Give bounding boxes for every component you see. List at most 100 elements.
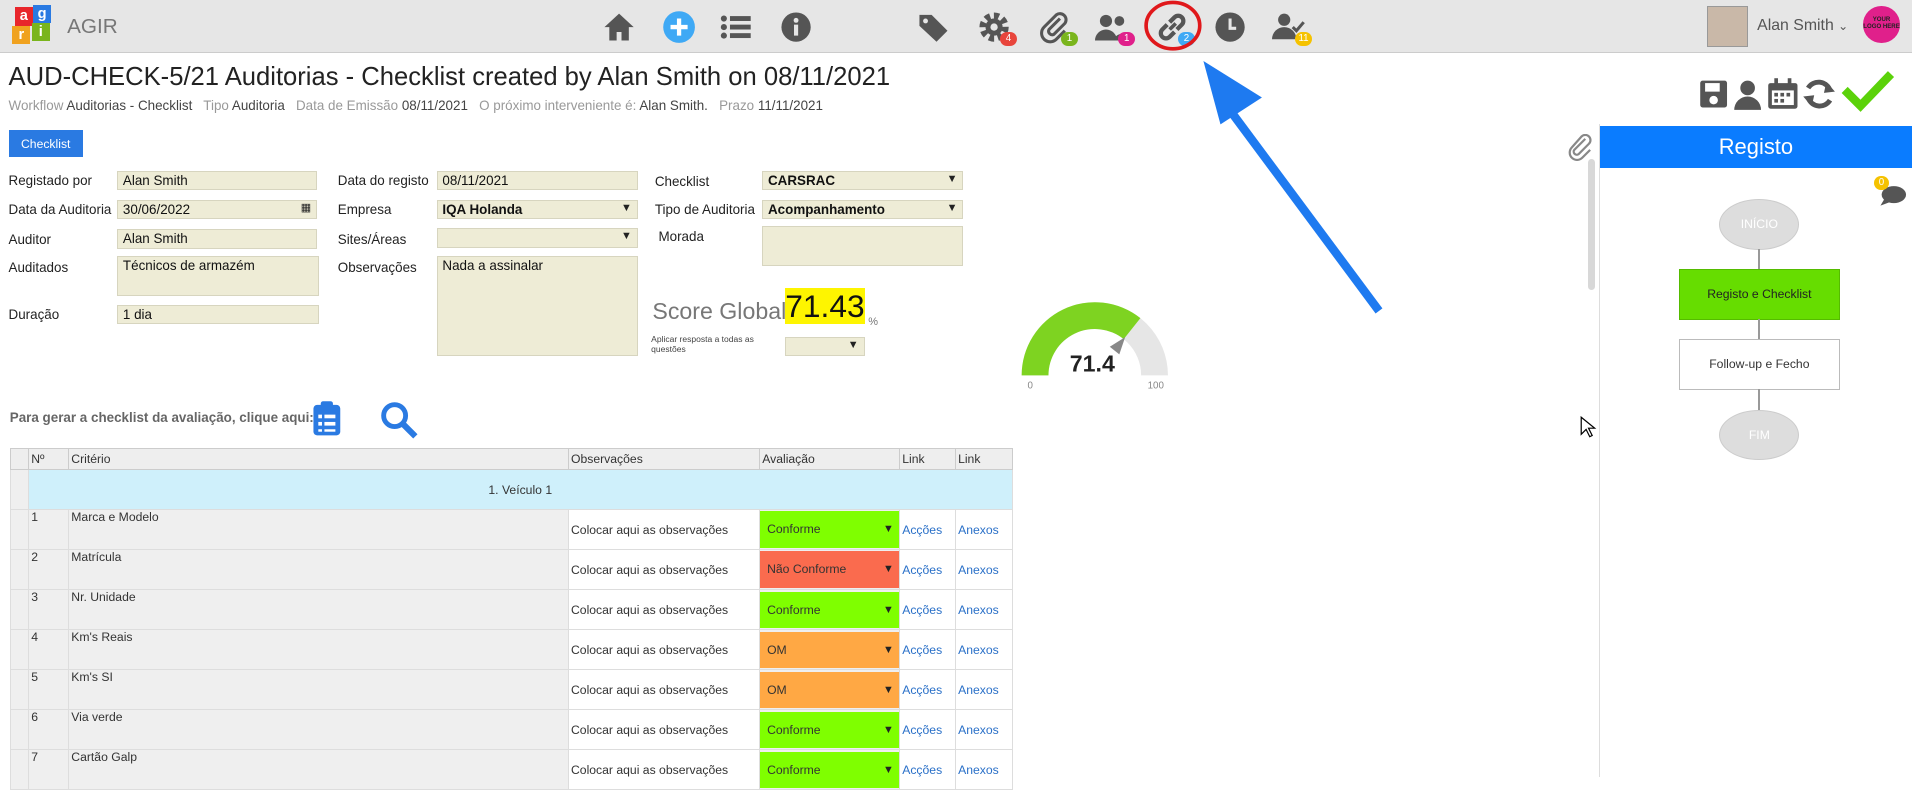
accoes-link[interactable]: Acções: [902, 683, 942, 697]
accoes-link[interactable]: Acções: [902, 603, 942, 617]
row-link-anexos[interactable]: Anexos: [954, 589, 1013, 631]
row-link-accoes[interactable]: Acções: [898, 709, 956, 751]
save-icon[interactable]: [1699, 77, 1728, 111]
gauge-max: 100: [1148, 381, 1165, 392]
observacoes-field[interactable]: Nada a assinalar: [436, 256, 638, 357]
anexos-link[interactable]: Anexos: [958, 603, 999, 617]
paperclip-icon[interactable]: 1: [1038, 10, 1078, 47]
document-meta: Workflow Auditorias - Checklist Tipo Aud…: [8, 97, 823, 113]
morada-field[interactable]: [762, 225, 964, 266]
anexos-link[interactable]: Anexos: [958, 523, 999, 537]
workflow-panel-title: Registo: [1599, 125, 1912, 169]
row-link-anexos[interactable]: Anexos: [954, 669, 1013, 711]
chevron-down-icon: ▼: [847, 338, 859, 351]
accoes-link[interactable]: Acções: [902, 763, 942, 777]
data-auditoria-field[interactable]: 30/06/2022 ▦: [117, 199, 318, 220]
add-icon[interactable]: [662, 10, 696, 44]
sites-select[interactable]: ▼: [436, 228, 638, 248]
auditor-label: Auditor: [8, 231, 52, 247]
row-link-accoes[interactable]: Acções: [898, 749, 956, 790]
comment-badge: 0: [1874, 175, 1889, 191]
auditor-field[interactable]: Alan Smith: [117, 229, 318, 249]
person-icon[interactable]: [1733, 77, 1762, 111]
row-avaliacao-select[interactable]: OM ▼: [758, 629, 900, 671]
duracao-field[interactable]: 1 dia: [117, 304, 320, 325]
table-row: 7 Cartão Galp Colocar aqui as observações C…: [9, 749, 1013, 790]
row-link-accoes[interactable]: Acções: [898, 549, 956, 591]
calendar-small-icon[interactable]: ▦: [301, 201, 311, 217]
settings-icon[interactable]: 4: [977, 10, 1017, 47]
row-observacoes-input[interactable]: Colocar aqui as observações: [567, 549, 760, 591]
accoes-link[interactable]: Acções: [902, 723, 942, 737]
row-avaliacao-select[interactable]: OM ▼: [758, 669, 900, 711]
accoes-link[interactable]: Acções: [902, 643, 942, 657]
app-logo[interactable]: a g r i: [10, 4, 56, 46]
row-link-anexos[interactable]: Anexos: [954, 509, 1013, 551]
table-section-row: 1. Veículo 1: [27, 469, 1013, 511]
row-link-anexos[interactable]: Anexos: [954, 709, 1013, 751]
table-cell: [9, 549, 29, 591]
row-observacoes-input[interactable]: Colocar aqui as observações: [567, 509, 760, 551]
row-avaliacao-select[interactable]: Não Conforme ▼: [758, 549, 900, 591]
tipo-auditoria-label: Tipo de Auditoria: [654, 202, 755, 218]
empresa-select[interactable]: IQA Holanda ▼: [436, 199, 638, 220]
anexos-link[interactable]: Anexos: [958, 723, 999, 737]
anexos-link[interactable]: Anexos: [958, 563, 999, 577]
calendar-icon[interactable]: [1767, 77, 1799, 111]
list-icon[interactable]: [719, 10, 753, 44]
clipboard-icon[interactable]: [311, 400, 343, 437]
table-header-cell: [9, 447, 29, 471]
search-icon[interactable]: [380, 401, 419, 440]
workflow-node-followup[interactable]: Follow-up e Fecho: [1679, 338, 1840, 390]
row-avaliacao-select[interactable]: Conforme ▼: [758, 589, 900, 631]
table-cell: [9, 509, 29, 551]
registado-por-field[interactable]: Alan Smith: [117, 170, 318, 191]
refresh-icon[interactable]: [1802, 77, 1836, 111]
row-observacoes-input[interactable]: Colocar aqui as observações: [567, 749, 760, 790]
table-row: 4 Km's Reais Colocar aqui as observações OM…: [9, 629, 1013, 671]
avatar[interactable]: [1707, 6, 1749, 48]
home-icon[interactable]: [602, 10, 636, 44]
accoes-link[interactable]: Acções: [902, 563, 942, 577]
workflow-node-start[interactable]: INÍCIO: [1719, 198, 1800, 250]
table-header-cell: Nº: [27, 447, 69, 471]
row-observacoes-input[interactable]: Colocar aqui as observações: [567, 669, 760, 711]
info-icon[interactable]: [779, 10, 813, 44]
data-registo-field[interactable]: 08/11/2021: [436, 170, 638, 191]
anexos-link[interactable]: Anexos: [958, 643, 999, 657]
tab-checklist[interactable]: Checklist: [8, 130, 83, 158]
attach-icon[interactable]: [1567, 134, 1594, 161]
row-avaliacao-select[interactable]: Conforme ▼: [758, 709, 900, 751]
workflow-node-registo[interactable]: Registo e Checklist: [1679, 269, 1840, 321]
tipo-auditoria-select[interactable]: Acompanhamento ▼: [762, 199, 964, 220]
row-observacoes-input[interactable]: Colocar aqui as observações: [567, 709, 760, 751]
anexos-link[interactable]: Anexos: [958, 763, 999, 777]
row-avaliacao-select[interactable]: Conforme ▼: [758, 749, 900, 790]
row-link-accoes[interactable]: Acções: [898, 509, 956, 551]
row-observacoes-input[interactable]: Colocar aqui as observações: [567, 629, 760, 671]
table-row: 1 Marca e Modelo Colocar aqui as observaçõ…: [9, 509, 1013, 551]
row-link-anexos[interactable]: Anexos: [954, 629, 1013, 671]
page-title: AUD-CHECK-5/21 Auditorias - Checklist cr…: [8, 63, 891, 92]
row-link-accoes[interactable]: Acções: [898, 589, 956, 631]
logo-letter: g: [32, 4, 52, 24]
approve-check-icon[interactable]: [1841, 68, 1895, 113]
row-link-accoes[interactable]: Acções: [898, 669, 956, 711]
row-number: 5: [27, 669, 69, 711]
logo-letter: i: [31, 23, 50, 42]
row-link-anexos[interactable]: Anexos: [954, 549, 1013, 591]
row-observacoes-input[interactable]: Colocar aqui as observações: [567, 589, 760, 631]
aplicar-select[interactable]: ▼: [785, 336, 865, 357]
row-avaliacao-select[interactable]: Conforme ▼: [758, 509, 900, 551]
row-link-anexos[interactable]: Anexos: [954, 749, 1013, 790]
auditados-field[interactable]: Técnicos de armazém: [117, 256, 320, 297]
tag-icon[interactable]: [917, 10, 951, 44]
row-link-accoes[interactable]: Acções: [898, 629, 956, 671]
row-criterio: Km's Reais: [67, 629, 569, 671]
user-menu[interactable]: Alan Smith ⌄: [1757, 17, 1848, 35]
accoes-link[interactable]: Acções: [902, 523, 942, 537]
anexos-link[interactable]: Anexos: [958, 683, 999, 697]
users-icon[interactable]: 1: [1095, 10, 1136, 47]
checklist-select[interactable]: CARSRAC ▼: [762, 170, 964, 191]
scrollbar-thumb[interactable]: [1587, 158, 1595, 291]
